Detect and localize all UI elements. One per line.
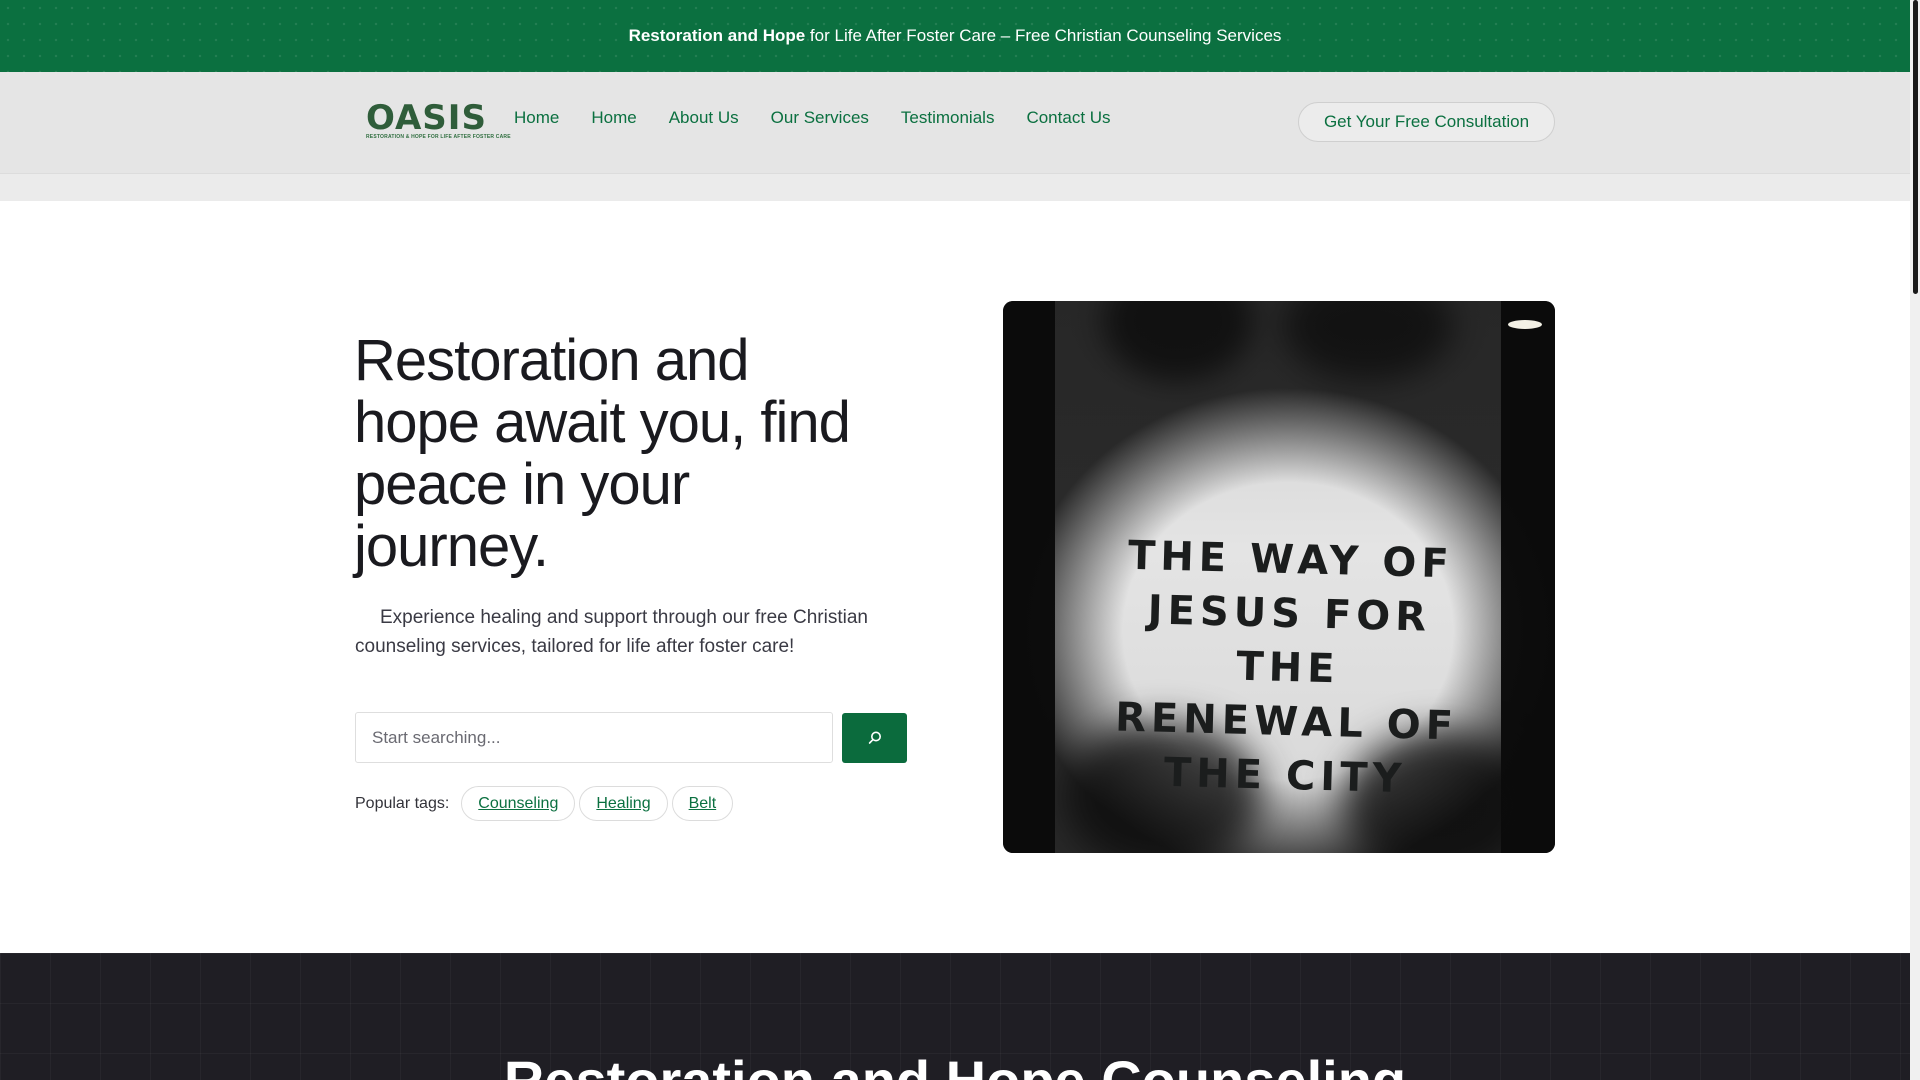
- nav-our-services[interactable]: Our Services: [771, 108, 869, 128]
- main-nav: Home Home About Us Our Services Testimon…: [514, 108, 1111, 128]
- nav-home-2[interactable]: Home: [591, 108, 636, 128]
- popular-tags: Popular tags: Counseling Healing Belt: [355, 786, 737, 821]
- tags-label: Popular tags:: [355, 794, 450, 812]
- search-icon: [868, 731, 881, 744]
- announcement-rest: for Life After Foster Care – Free Christ…: [805, 26, 1282, 45]
- hero-subtitle: Experience healing and support through o…: [355, 607, 868, 657]
- header-strip: [0, 173, 1910, 201]
- nav-home[interactable]: Home: [514, 108, 559, 128]
- hero-image: THE WAY OF JESUS FOR THE RENEWAL OF THE …: [1003, 301, 1555, 853]
- announcement-text: Restoration and Hope for Life After Fost…: [629, 26, 1282, 46]
- tag-belt[interactable]: Belt: [671, 786, 734, 821]
- search-button[interactable]: [842, 713, 907, 763]
- tag-healing[interactable]: Healing: [579, 786, 668, 821]
- scrollbar-thumb[interactable]: [1913, 0, 1918, 294]
- announcement-bar: Restoration and Hope for Life After Fost…: [0, 0, 1910, 72]
- logo-word: OASIS: [366, 98, 487, 138]
- sign-text: THE WAY OF JESUS FOR THE RENEWAL OF THE …: [1114, 532, 1459, 803]
- logo-tagline: RESTORATION & HOPE FOR LIFE AFTER FOSTER…: [366, 134, 511, 140]
- hero-title: Restoration and hope await you, find pea…: [354, 328, 851, 579]
- search-input[interactable]: [355, 712, 833, 763]
- free-consultation-button[interactable]: Get Your Free Consultation: [1298, 102, 1555, 142]
- announcement-bold: Restoration and Hope: [628, 26, 806, 45]
- counseling-section: Restoration and Hope Counseling: [0, 953, 1910, 1080]
- nav-contact-us[interactable]: Contact Us: [1026, 108, 1110, 128]
- tag-counseling[interactable]: Counseling: [461, 786, 576, 821]
- site-logo[interactable]: OASIS RESTORATION & HOPE FOR LIFE AFTER …: [364, 98, 511, 146]
- nav-testimonials[interactable]: Testimonials: [901, 108, 995, 128]
- ceiling-light: [1508, 320, 1542, 329]
- nav-about-us[interactable]: About Us: [669, 108, 739, 128]
- section-title: Restoration and Hope Counseling: [0, 1048, 1910, 1080]
